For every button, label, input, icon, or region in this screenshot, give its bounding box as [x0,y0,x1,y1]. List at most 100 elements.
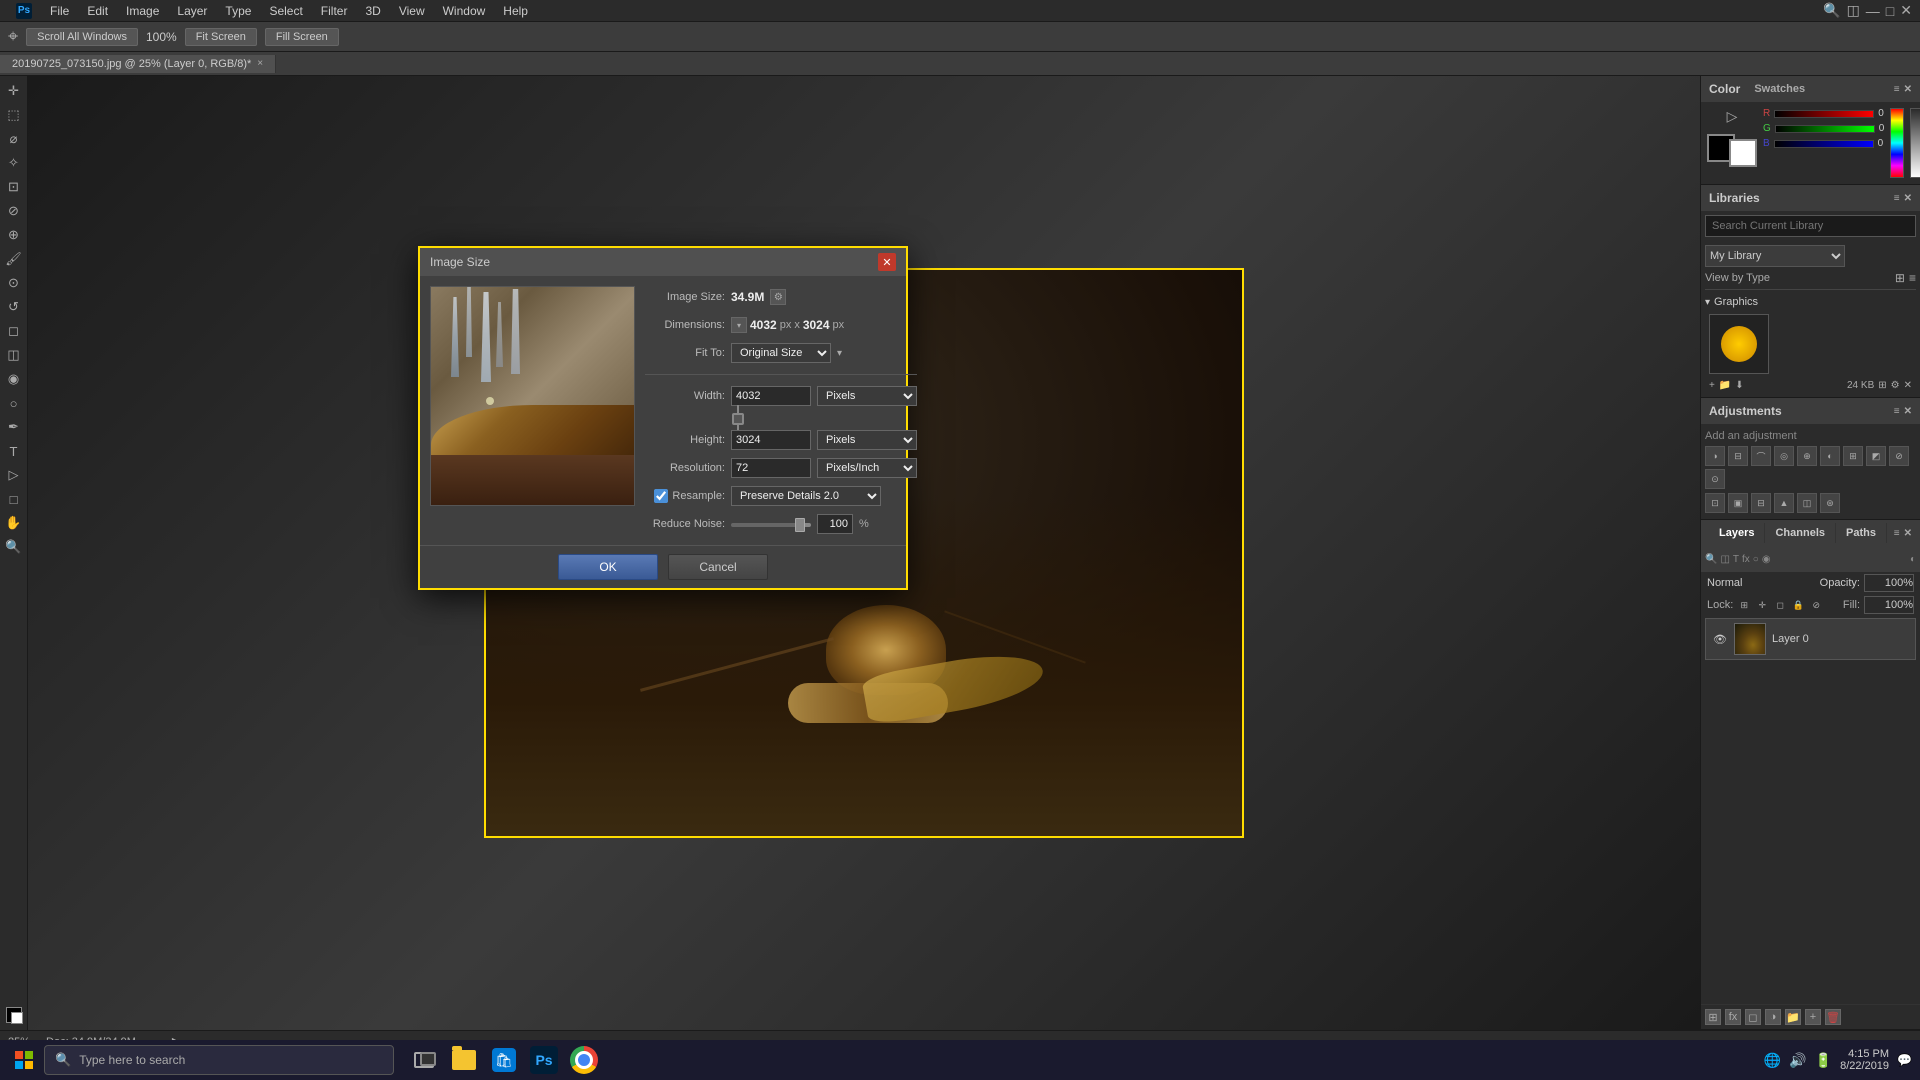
dialog-close-button[interactable]: ✕ [878,253,896,271]
image-size-gear-icon[interactable]: ⚙ [770,289,786,305]
hand-tool[interactable]: ✋ [3,512,25,534]
file-explorer-app[interactable] [446,1042,482,1078]
menu-type[interactable]: Type [217,2,259,20]
rectangle-select-tool[interactable]: ⬚ [3,104,25,126]
add-graphics-icon[interactable]: + [1709,380,1715,391]
width-input[interactable] [731,386,811,406]
noise-slider-thumb[interactable] [795,518,805,532]
curves-icon[interactable]: ⌒ [1751,446,1771,466]
selective-color-icon[interactable]: ◫ [1797,493,1817,513]
menu-help[interactable]: Help [495,2,536,20]
crop-tool[interactable]: ⊡ [3,176,25,198]
photo-filter-icon[interactable]: ⊘ [1889,446,1909,466]
resample-method-select[interactable]: Preserve Details 2.0 [731,486,881,506]
layers-filter-color-icon[interactable]: ◉ [1762,554,1771,565]
b-slider[interactable] [1774,140,1874,148]
dodge-tool[interactable]: ○ [3,392,25,414]
notification-icon[interactable]: 💬 [1897,1053,1912,1067]
photoshop-app[interactable]: Ps [526,1042,562,1078]
threshold-icon[interactable]: ▲ [1774,493,1794,513]
layers-filter-mode-icon[interactable]: ○ [1753,554,1759,565]
height-unit-select[interactable]: Pixels [817,430,917,450]
shape-tool[interactable]: □ [3,488,25,510]
g-slider[interactable] [1775,125,1875,133]
fill-screen-button[interactable]: Fill Screen [265,28,339,46]
blur-tool[interactable]: ◉ [3,368,25,390]
background-color-swatch[interactable] [1729,139,1757,167]
opacity-bar[interactable] [1910,108,1920,178]
levels-icon[interactable]: ⊟ [1728,446,1748,466]
layers-filter-attr-icon[interactable]: ◫ [1720,554,1729,565]
fit-to-select[interactable]: Original Size [731,343,831,363]
lock-extra-icon[interactable]: ⊘ [1809,598,1823,612]
dimensions-unit-toggle[interactable]: ▾ [731,317,747,333]
magic-wand-tool[interactable]: ✧ [3,152,25,174]
adjustments-panel-collapse[interactable]: ≡ [1894,406,1900,417]
menu-window[interactable]: Window [435,2,494,20]
paths-tab[interactable]: Paths [1836,523,1887,543]
lock-all-icon[interactable]: 🔒 [1791,598,1805,612]
clone-stamp-tool[interactable]: ⊙ [3,272,25,294]
fit-screen-button[interactable]: Fit Screen [185,28,257,46]
delete-layer-icon[interactable]: 🗑 [1825,1009,1841,1025]
gradient-tool[interactable]: ◫ [3,344,25,366]
resolution-unit-select[interactable]: Pixels/Inch [817,458,917,478]
lock-position-icon[interactable]: ✛ [1755,598,1769,612]
eyedropper-tool[interactable]: ⊘ [3,200,25,222]
close-app-icon[interactable]: ✕ [1900,2,1912,19]
ok-button[interactable]: OK [558,554,658,580]
list-view-icon[interactable]: ≡ [1909,271,1916,285]
file-tab[interactable]: 20190725_073150.jpg @ 25% (Layer 0, RGB/… [0,55,276,73]
noise-slider-track[interactable] [731,523,811,527]
menu-filter[interactable]: Filter [313,2,356,20]
graphics-collapse-arrow[interactable]: ▾ [1705,297,1710,308]
task-view-app[interactable] [406,1042,442,1078]
gradient-map-icon[interactable]: ⊛ [1820,493,1840,513]
exposure-icon[interactable]: ◎ [1774,446,1794,466]
menu-edit[interactable]: Edit [79,2,116,20]
menu-image[interactable]: Image [118,2,167,20]
zoom-tool[interactable]: 🔍 [3,536,25,558]
minimize-icon[interactable]: — [1866,3,1880,19]
fill-input[interactable] [1864,596,1914,614]
text-tool[interactable]: T [3,440,25,462]
color-panel-menu[interactable]: ✕ [1904,84,1912,95]
maximize-icon[interactable]: □ [1886,3,1894,19]
layer-link-icon[interactable]: ⊞ [1705,1009,1721,1025]
r-slider[interactable] [1774,110,1874,118]
layers-filter-fx-icon[interactable]: fx [1742,554,1750,565]
color-panel-collapse[interactable]: ≡ [1894,84,1900,95]
menu-select[interactable]: Select [261,2,310,20]
menu-view[interactable]: View [391,2,433,20]
adjustments-panel-menu[interactable]: ✕ [1904,406,1912,417]
color-lookup-icon[interactable]: ⊡ [1705,493,1725,513]
resample-checkbox[interactable] [654,489,668,503]
color-balance-icon[interactable]: ⊞ [1843,446,1863,466]
history-brush-tool[interactable]: ↺ [3,296,25,318]
layers-filter-toggle[interactable]: ◐ [1910,554,1916,565]
layer-fx-icon[interactable]: fx [1725,1009,1741,1025]
folder-graphics-icon[interactable]: 📁 [1719,380,1731,391]
layer-item[interactable]: 👁 Layer 0 [1705,618,1916,660]
width-unit-select[interactable]: Pixels [817,386,917,406]
volume-icon[interactable]: 🔊 [1789,1052,1806,1069]
lock-pixels-icon[interactable]: ⊞ [1737,598,1751,612]
taskbar-search-box[interactable]: 🔍 Type here to search [44,1045,394,1075]
libraries-panel-menu[interactable]: ✕ [1904,193,1912,204]
libraries-search-input[interactable] [1705,215,1916,237]
posterize-icon[interactable]: ⊟ [1751,493,1771,513]
layer-visibility-icon[interactable]: 👁 [1712,631,1728,647]
graphics-settings-icon[interactable]: ⚙ [1891,380,1900,391]
new-layer-icon[interactable]: + [1805,1009,1821,1025]
menu-file[interactable]: File [42,2,77,20]
canvas-area[interactable]: Image Size ✕ [28,76,1700,1030]
invert-icon[interactable]: ▣ [1728,493,1748,513]
menu-ps[interactable]: Ps [8,1,40,21]
layers-panel-collapse[interactable]: ≡ [1894,528,1900,539]
layer-group-icon[interactable]: 📁 [1785,1009,1801,1025]
download-graphics-icon[interactable]: ⬇ [1735,380,1743,391]
resolution-input[interactable] [731,458,811,478]
grid-view-icon[interactable]: ⊞ [1895,271,1905,285]
graphics-thumbnail-1[interactable] [1709,314,1769,374]
panels-icon[interactable]: ◫ [1847,2,1860,19]
